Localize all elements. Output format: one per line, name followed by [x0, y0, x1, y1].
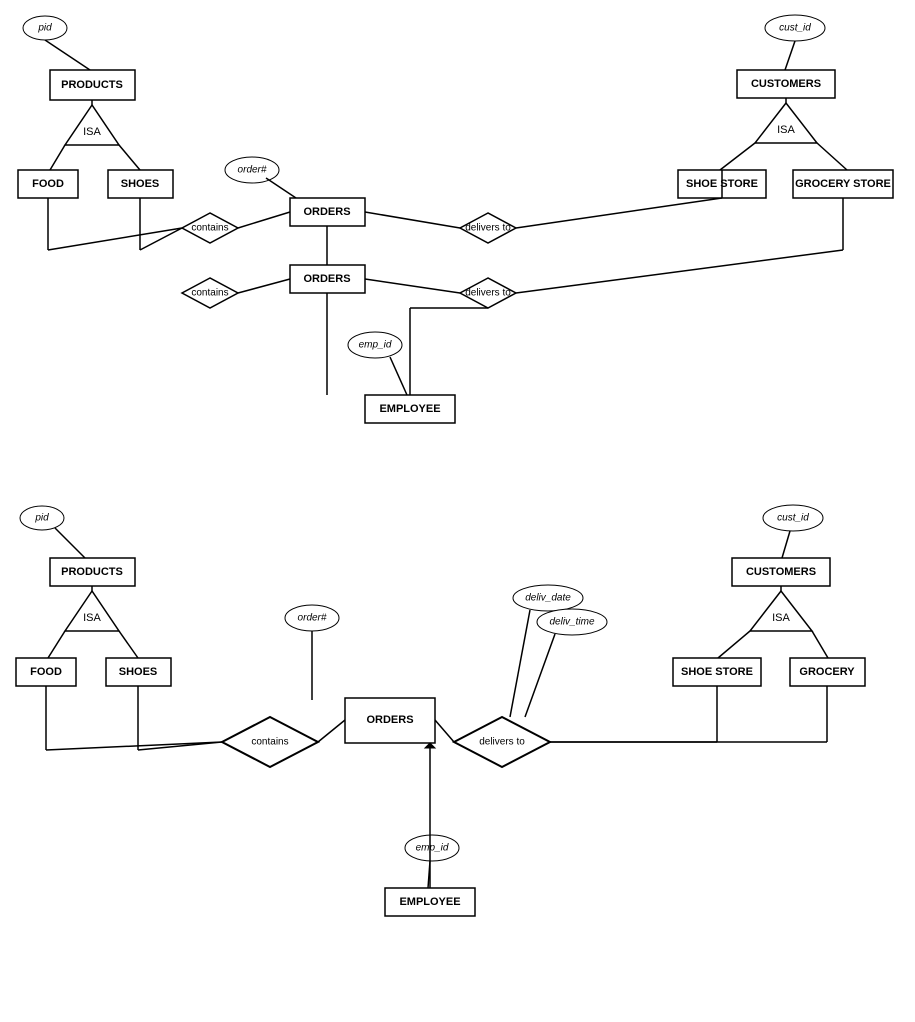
rel-contains2-top-label: contains	[191, 288, 228, 299]
entity-food-top-label: FOOD	[32, 178, 64, 190]
isa-products-bot-label: ISA	[83, 612, 101, 624]
entity-customers-bot-label: CUSTOMERS	[746, 566, 816, 578]
entity-shoestore-bot-label: SHOE STORE	[681, 666, 753, 678]
rel-contains1-top-label: contains	[191, 223, 228, 234]
isa-customers-top-label: ISA	[777, 124, 795, 136]
entity-food-bot-label: FOOD	[30, 666, 62, 678]
entity-employee-bot-label: EMPLOYEE	[399, 896, 460, 908]
rel-delivers-bot-label: delivers to	[479, 737, 525, 748]
rel-delivers2-top-label: delivers to	[465, 288, 511, 299]
isa-products-top-label: ISA	[83, 126, 101, 138]
rel-contains-bot-label: contains	[251, 737, 288, 748]
attr-pid-top-label: pid	[37, 23, 52, 34]
attr-empid-top-label: emp_id	[359, 340, 392, 351]
attr-pid-bot-label: pid	[34, 513, 49, 524]
entity-employee-top-label: EMPLOYEE	[379, 403, 440, 415]
attr-custid-top-label: cust_id	[779, 23, 811, 34]
entity-orders1-top-label: ORDERS	[303, 206, 350, 218]
attr-custid-bot-label: cust_id	[777, 513, 809, 524]
entity-grocery-bot-label: GROCERY	[799, 666, 855, 678]
entity-orders2-top-label: ORDERS	[303, 273, 350, 285]
entity-products-top-label: PRODUCTS	[61, 79, 123, 91]
attr-empid-bot-label: emp_id	[416, 843, 449, 854]
entity-shoes-bot-label: SHOES	[119, 666, 158, 678]
rel-delivers1-top-label: delivers to	[465, 223, 511, 234]
isa-customers-bot-label: ISA	[772, 612, 790, 624]
attr-delivdate-bot-label: deliv_date	[525, 593, 571, 604]
attr-order-top-label: order#	[238, 165, 267, 176]
entity-products-bot-label: PRODUCTS	[61, 566, 123, 578]
entity-customers-top-label: CUSTOMERS	[751, 78, 821, 90]
attr-order-bot-label: order#	[298, 613, 327, 624]
attr-delivtime-bot-label: deliv_time	[549, 617, 594, 628]
entity-orders-bot-label: ORDERS	[366, 714, 413, 726]
er-diagram: pid PRODUCTS ISA FOOD SHOES order# conta…	[0, 0, 915, 1022]
entity-grocerystore-top-label: GROCERY STORE	[795, 178, 891, 190]
entity-shoes-top-label: SHOES	[121, 178, 160, 190]
